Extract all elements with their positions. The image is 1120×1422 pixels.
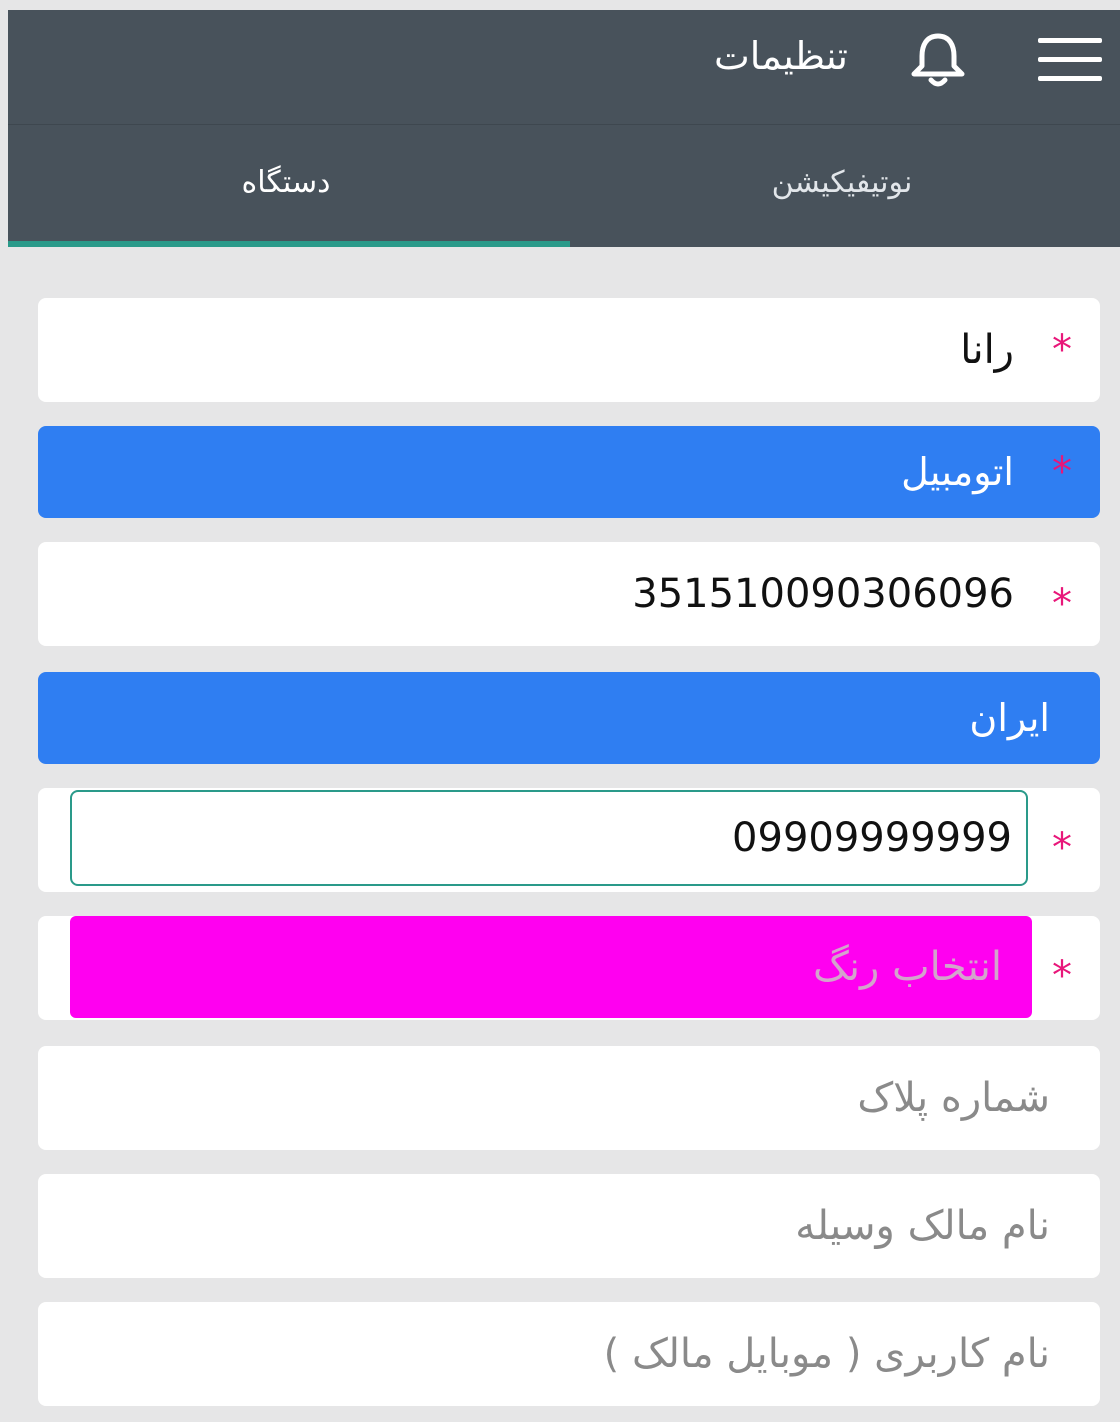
phone-input[interactable]: 09909999999 xyxy=(70,790,1028,886)
app-bar: تنظیمات xyxy=(8,10,1120,124)
username-placeholder: نام کاربری ( موبایل مالک ) xyxy=(603,1331,1050,1377)
plate-number-placeholder: شماره پلاک xyxy=(857,1075,1050,1121)
phone-value: 09909999999 xyxy=(732,815,1012,861)
username-input[interactable]: نام کاربری ( موبایل مالک ) xyxy=(38,1302,1100,1406)
page-title: تنظیمات xyxy=(713,34,848,78)
required-marker: * xyxy=(1052,581,1072,627)
tab-bar: نوتیفیکیشن دستگاه xyxy=(8,124,1120,247)
tab-device-label: دستگاه xyxy=(241,165,331,200)
tab-notifications-label: نوتیفیکیشن xyxy=(771,165,913,200)
menu-icon[interactable] xyxy=(1038,38,1102,82)
required-marker: * xyxy=(1052,825,1072,871)
name-field[interactable]: * رانا xyxy=(38,298,1100,402)
plate-number-input[interactable]: شماره پلاک xyxy=(38,1046,1100,1150)
color-field-row: * انتخاب رنگ xyxy=(38,916,1100,1020)
color-picker-button[interactable]: انتخاب رنگ xyxy=(70,916,1032,1018)
tab-device[interactable]: دستگاه xyxy=(8,125,564,247)
required-marker: * xyxy=(1052,953,1072,999)
color-placeholder: انتخاب رنگ xyxy=(813,944,1002,990)
owner-name-placeholder: نام مالک وسیله xyxy=(795,1203,1050,1249)
bell-icon[interactable] xyxy=(906,30,970,90)
owner-name-input[interactable]: نام مالک وسیله xyxy=(38,1174,1100,1278)
name-value: رانا xyxy=(960,327,1014,373)
required-marker: * xyxy=(1052,327,1072,373)
country-select[interactable]: ایران xyxy=(38,672,1100,764)
country-value: ایران xyxy=(969,696,1050,740)
tab-indicator xyxy=(8,241,570,247)
vehicle-type-value: اتومبیل xyxy=(901,450,1014,494)
device-id-field[interactable]: * 351510090306096 xyxy=(38,542,1100,646)
phone-field-row: * 09909999999 xyxy=(38,788,1100,892)
tab-notifications[interactable]: نوتیفیکیشن xyxy=(564,125,1120,247)
vehicle-type-select[interactable]: * اتومبیل xyxy=(38,426,1100,518)
required-marker: * xyxy=(1052,449,1072,495)
device-id-value: 351510090306096 xyxy=(632,571,1014,617)
